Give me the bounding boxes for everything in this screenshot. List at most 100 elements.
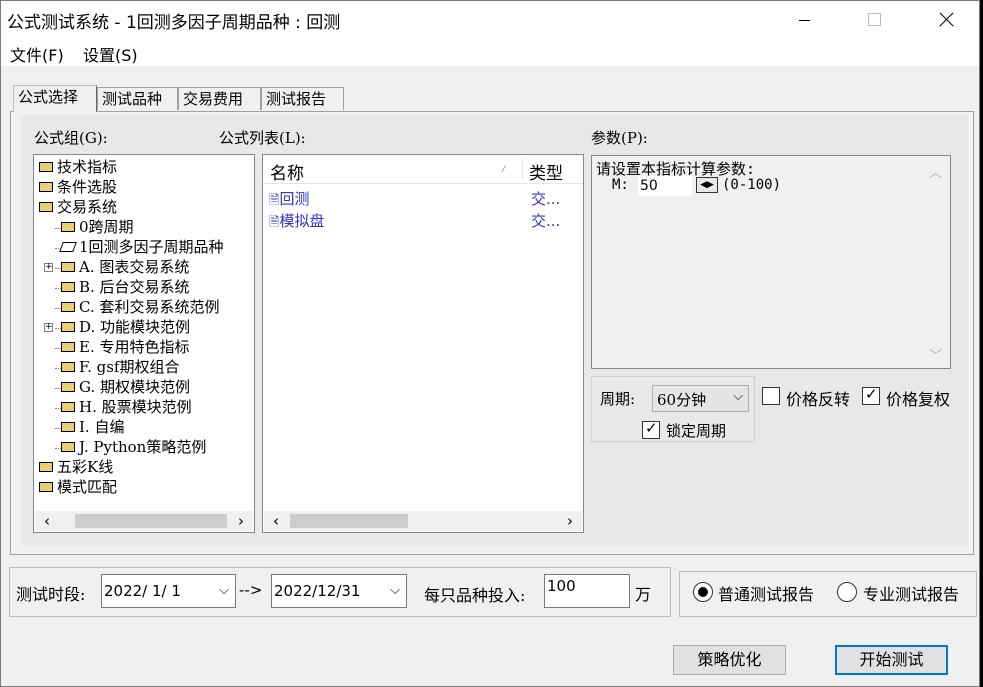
- tree-item[interactable]: + D. 功能模块范例: [44, 317, 190, 337]
- list-item-type: 交...: [531, 212, 561, 230]
- folder-icon: [61, 402, 75, 412]
- list-item-type: 交...: [531, 190, 561, 208]
- tree-item-label: C. 套利交易系统范例: [79, 298, 220, 316]
- document-icon: 🗎: [269, 193, 280, 208]
- list-item[interactable]: 🗎模拟盘: [269, 211, 324, 231]
- tree-item[interactable]: 模式匹配: [39, 477, 117, 497]
- scroll-right-icon[interactable]: ›: [231, 511, 251, 531]
- tree-item[interactable]: J. Python策略范例: [44, 437, 206, 457]
- tree-item[interactable]: F. gsf期权组合: [44, 357, 179, 377]
- period-select[interactable]: 60分钟 ⌵: [652, 385, 749, 412]
- list-hscroll[interactable]: ‹ ›: [264, 511, 582, 531]
- lock-period-checkbox[interactable]: ✓: [642, 419, 660, 439]
- folder-icon: [61, 382, 75, 392]
- report-normal-label: 普通测试报告: [718, 585, 815, 604]
- formula-group-tree[interactable]: 技术指标 条件选股 交易系统 0跨周期 1回测多因子周期品种 + A. 图表交易系统 B. 后…: [33, 154, 255, 533]
- price-adjust-checkbox[interactable]: ✓: [862, 385, 880, 405]
- minimize-icon[interactable]: [781, 1, 827, 39]
- tree-item[interactable]: 0跨周期: [44, 217, 134, 237]
- scroll-right-icon[interactable]: ›: [560, 511, 580, 531]
- tree-item[interactable]: 条件选股: [39, 177, 117, 197]
- expand-icon[interactable]: +: [44, 322, 53, 332]
- folder-icon: [61, 322, 75, 332]
- menu-file[interactable]: 文件(F): [10, 42, 64, 66]
- tree-item[interactable]: E. 专用特色指标: [44, 337, 190, 357]
- col-type[interactable]: 类型: [529, 159, 563, 184]
- invest-label: 每只品种投入:: [424, 586, 526, 605]
- invest-input[interactable]: 100: [544, 574, 630, 608]
- report-normal-radio[interactable]: [693, 582, 713, 602]
- report-pro-radio[interactable]: [837, 582, 857, 602]
- col-name[interactable]: 名称: [270, 159, 304, 184]
- end-date-picker[interactable]: 2022/12/31 ⌵: [271, 574, 407, 608]
- optimize-button[interactable]: 策略优化: [673, 645, 786, 675]
- params-label: 参数(P):: [591, 129, 648, 147]
- param-value-input[interactable]: 50: [638, 176, 692, 196]
- test-period-label: 测试时段:: [16, 585, 86, 604]
- folder-icon: [61, 442, 75, 452]
- formula-list[interactable]: 名称 ⁄ 类型 🗎回测 交... 🗎模拟盘 交... ‹ ›: [262, 154, 584, 533]
- tree-hscroll[interactable]: ‹ ›: [35, 511, 253, 531]
- start-date-picker[interactable]: 2022/ 1/ 1 ⌵: [101, 574, 236, 608]
- tab-test-symbols[interactable]: 测试品种: [97, 87, 178, 110]
- spin-icon[interactable]: ◀▶: [696, 177, 718, 193]
- price-reverse-label: 价格反转: [786, 390, 851, 409]
- tab-trading-fees[interactable]: 交易费用: [178, 87, 261, 110]
- folder-icon: [39, 162, 53, 172]
- tree-item[interactable]: C. 套利交易系统范例: [44, 297, 219, 317]
- folder-icon: [61, 222, 75, 232]
- price-reverse-checkbox[interactable]: [762, 387, 780, 405]
- tree-item[interactable]: 交易系统: [39, 197, 117, 217]
- tree-item[interactable]: H. 股票模块范例: [44, 397, 192, 417]
- tree-item[interactable]: G. 期权模块范例: [44, 377, 190, 397]
- menu-settings[interactable]: 设置(S): [83, 42, 138, 66]
- maximize-icon[interactable]: [851, 1, 897, 39]
- tree-item[interactable]: 技术指标: [39, 157, 117, 177]
- tree-item-label: 1回测多因子周期品种: [79, 238, 224, 256]
- start-date-value: 2022/ 1/ 1: [104, 582, 181, 600]
- formula-list-label: 公式列表(L):: [219, 129, 306, 147]
- tree-item-label: 条件选股: [57, 178, 118, 196]
- report-pro-label: 专业测试报告: [863, 585, 960, 604]
- tree-item-label: H. 股票模块范例: [79, 398, 192, 416]
- sort-icon: ⁄: [503, 165, 505, 175]
- tree-item[interactable]: 五彩K线: [39, 457, 113, 477]
- title-bar: 公式测试系统 - 1回测多因子周期品种 : 回测: [1, 1, 979, 39]
- invest-unit: 万: [635, 585, 652, 604]
- tree-item[interactable]: I. 自编: [44, 417, 124, 437]
- check-icon: ✓: [865, 385, 878, 403]
- tab-formula-select[interactable]: 公式选择: [13, 85, 97, 112]
- end-date-value: 2022/12/31: [274, 582, 361, 600]
- period-value: 60分钟: [657, 391, 707, 409]
- folder-icon: [61, 422, 75, 432]
- folder-icon: [39, 202, 53, 212]
- radio-dot: [698, 587, 708, 597]
- scroll-left-icon[interactable]: ‹: [37, 511, 57, 531]
- list-header: 名称 ⁄ 类型: [263, 155, 583, 184]
- folder-icon: [39, 482, 53, 492]
- folder-icon: [39, 462, 53, 472]
- tree-item[interactable]: + A. 图表交易系统: [44, 257, 189, 277]
- col-divider: [522, 158, 523, 180]
- tree-item-label: 五彩K线: [57, 458, 114, 476]
- scroll-left-icon[interactable]: ‹: [266, 511, 286, 531]
- close-icon[interactable]: [923, 1, 969, 39]
- expand-icon[interactable]: +: [44, 262, 53, 272]
- scroll-down-icon[interactable]: ﹀: [929, 345, 942, 364]
- tab-test-report[interactable]: 测试报告: [261, 87, 344, 110]
- formula-test-window: 公式测试系统 - 1回测多因子周期品种 : 回测 文件(F) 设置(S) 公式选…: [0, 0, 980, 687]
- tree-item-label: 模式匹配: [57, 478, 118, 496]
- tree-item[interactable]: 1回测多因子周期品种: [44, 237, 224, 257]
- scroll-up-icon[interactable]: ︿: [929, 162, 942, 181]
- folder-icon: [39, 182, 53, 192]
- params-box: 请设置本指标计算参数: M: 50 ◀▶ (0-100) ︿ ﹀: [591, 155, 951, 369]
- folder-icon: [59, 242, 77, 252]
- scroll-thumb[interactable]: [75, 514, 227, 528]
- tree-item[interactable]: B. 后台交易系统: [44, 277, 190, 297]
- start-test-button[interactable]: 开始测试: [835, 645, 948, 675]
- list-item[interactable]: 🗎回测: [269, 189, 309, 209]
- tree-item-label: B. 后台交易系统: [79, 278, 190, 296]
- folder-icon: [61, 262, 75, 272]
- scroll-thumb[interactable]: [290, 514, 408, 528]
- tree-item-label: E. 专用特色指标: [79, 338, 190, 356]
